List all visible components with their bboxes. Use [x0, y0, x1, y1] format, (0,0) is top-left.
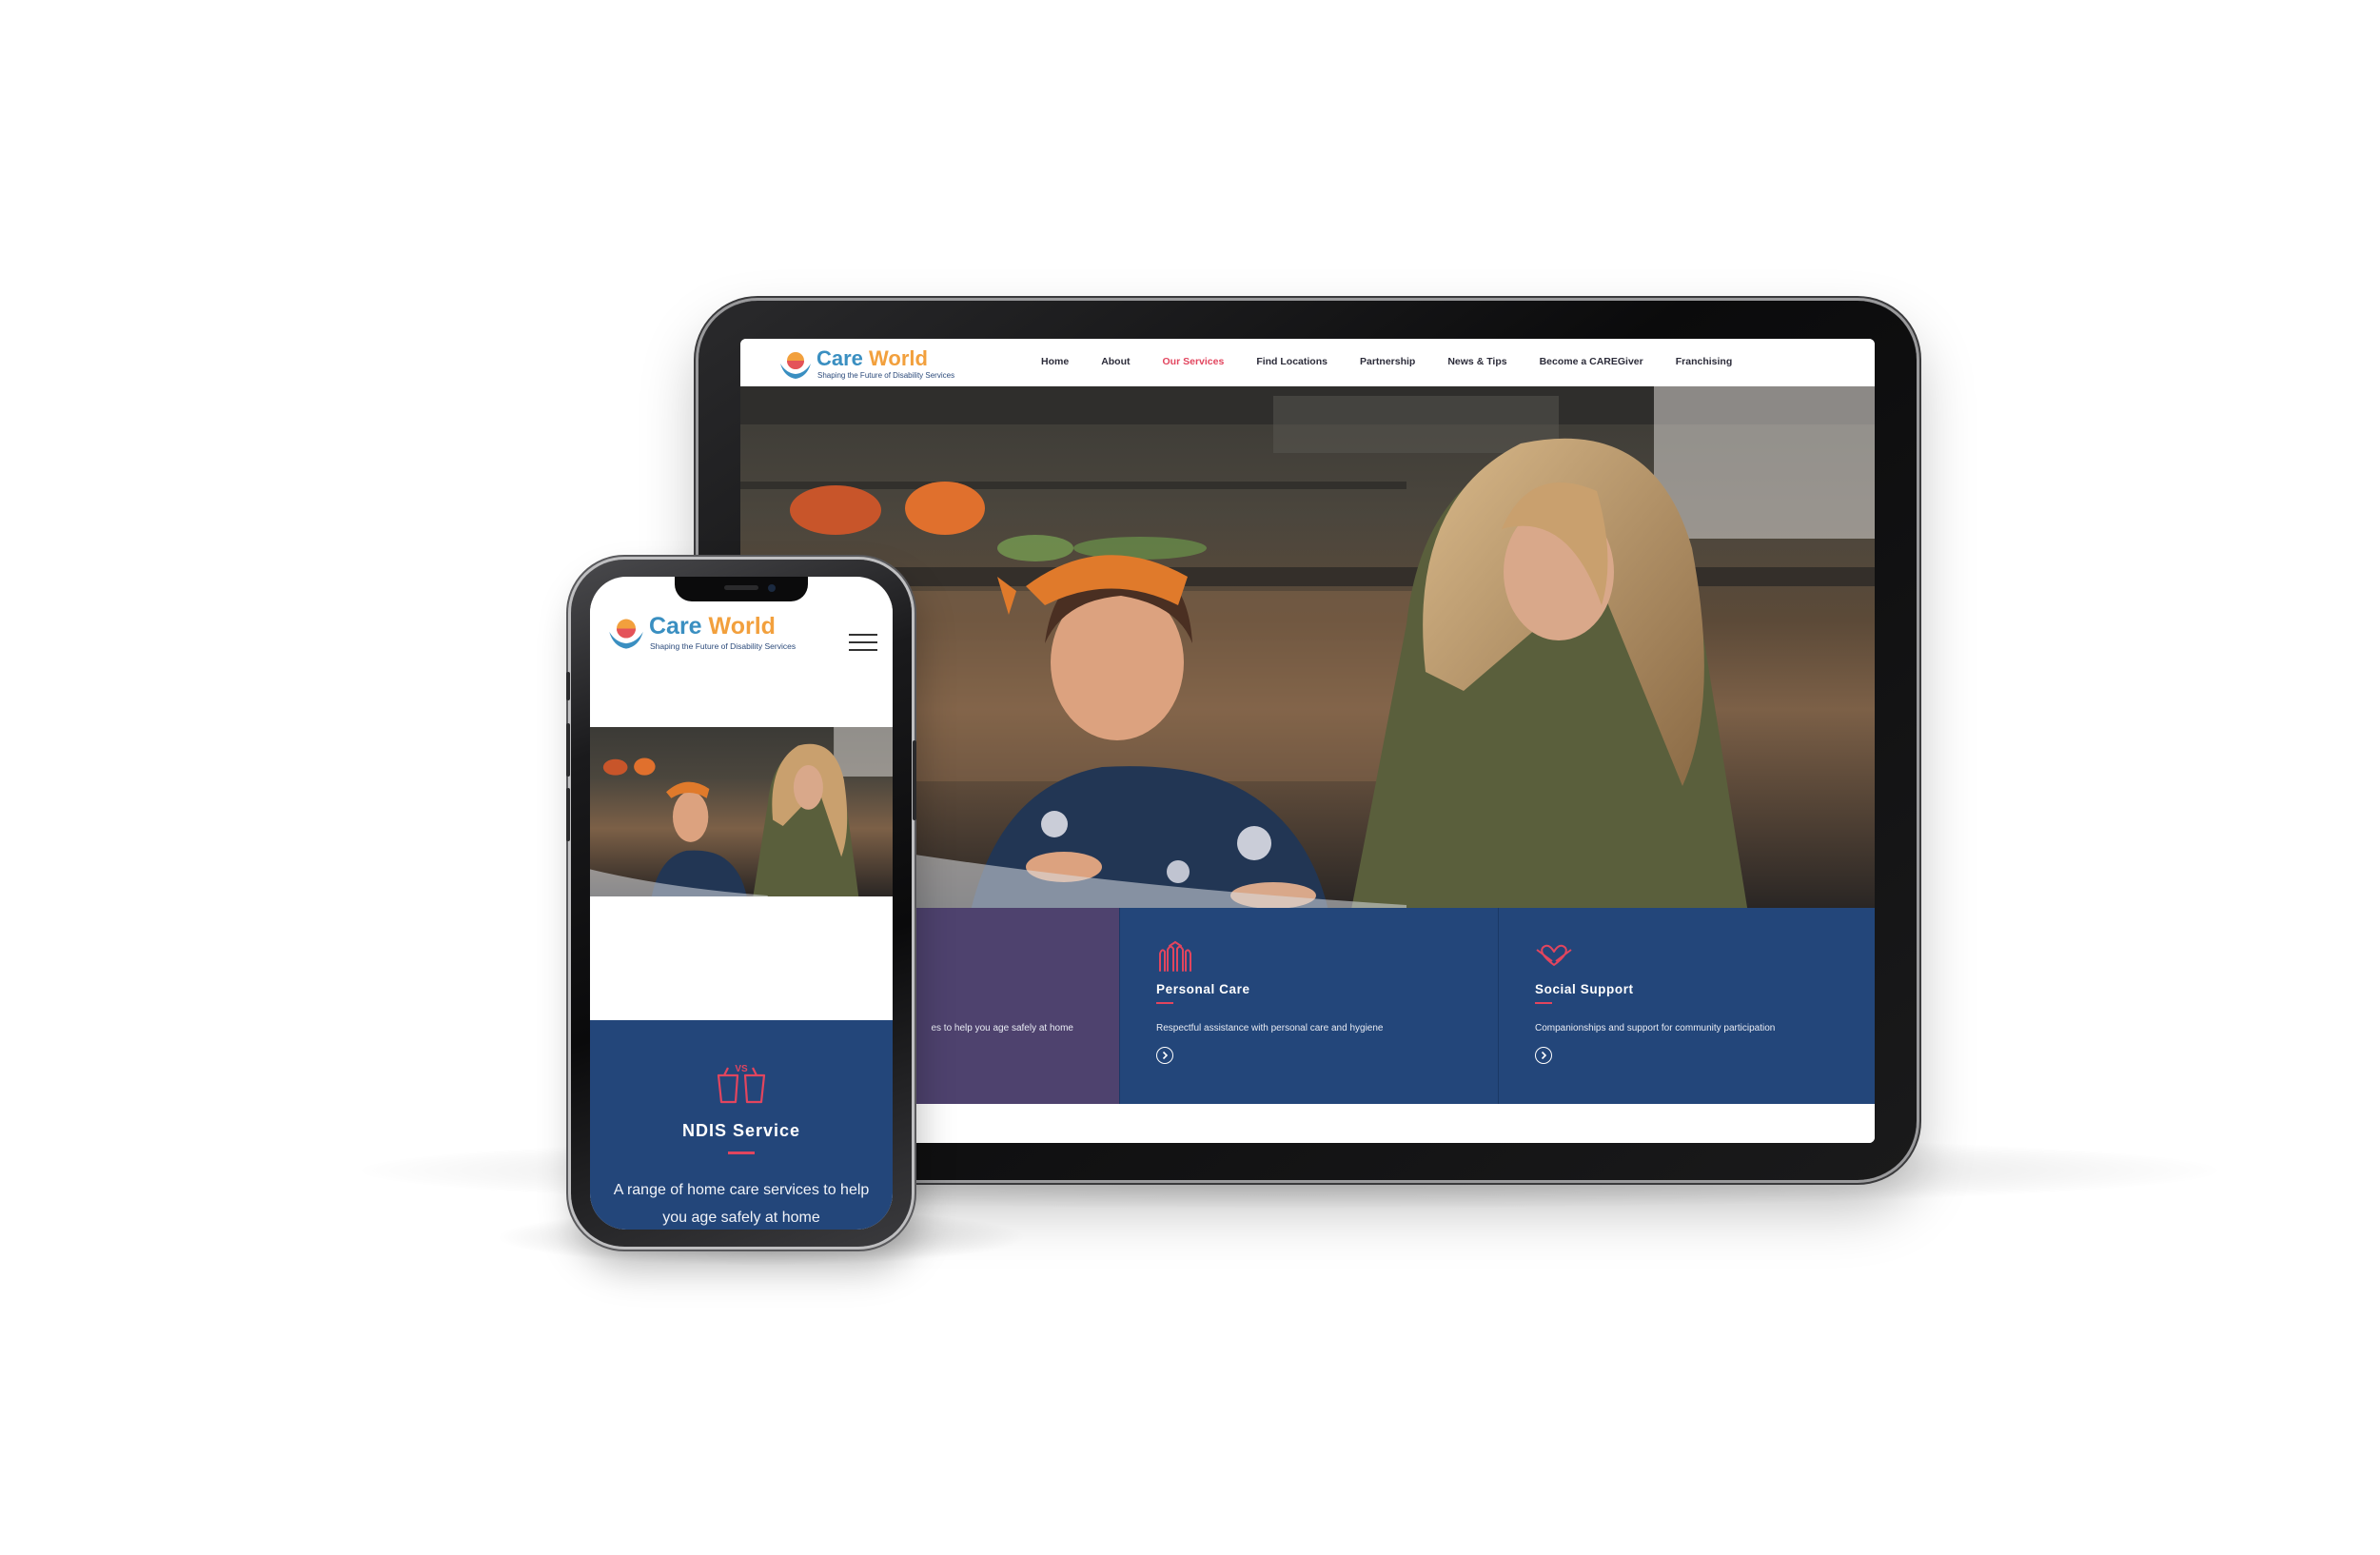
phone-volume-up — [566, 723, 570, 777]
svg-text:VS: VS — [735, 1064, 748, 1074]
tablet-logo-tagline: Shaping the Future of Disability Service… — [817, 371, 955, 380]
notch-camera — [768, 584, 776, 592]
raised-hands-icon — [1159, 940, 1191, 972]
care-world-logo-icon — [780, 352, 811, 379]
ndis-icon: VS — [717, 1064, 766, 1104]
logo-word-world: World — [869, 346, 928, 370]
arrow-circle-icon[interactable] — [1156, 1047, 1173, 1064]
phone-screen: Care World Shaping the Future of Disabil… — [590, 577, 893, 1230]
phone-notch — [675, 577, 808, 601]
hamburger-menu-icon[interactable] — [849, 632, 877, 653]
phone-logo-title: Care World — [649, 613, 776, 640]
arrow-circle-icon[interactable] — [1535, 1047, 1552, 1064]
nav-partnership[interactable]: Partnership — [1360, 356, 1415, 375]
service-card-title: NDIS Service — [681, 1121, 801, 1140]
handshake-heart-icon — [1536, 944, 1572, 966]
phone-power-button — [913, 740, 916, 820]
tablet-main-nav: Home About Our Services Find Locations P… — [1041, 356, 1764, 375]
hero-photo-illustration — [590, 727, 893, 896]
phone-device: Care World Shaping the Future of Disabil… — [566, 560, 916, 1247]
service-card-title: Personal Care — [1156, 982, 1250, 996]
logo-word-care: Care — [649, 613, 702, 640]
card-title-underline — [1535, 1002, 1552, 1004]
tablet-logo-title: Care World — [816, 346, 928, 371]
nav-become-caregiver[interactable]: Become a CAREGiver — [1540, 356, 1643, 375]
card-title-underline — [1156, 1002, 1173, 1004]
service-card-social-support[interactable]: Social Support Companionships and suppor… — [1498, 908, 1875, 1104]
tablet-site-header: Care World Shaping the Future of Disabil… — [740, 339, 1875, 386]
phone-logo-tagline: Shaping the Future of Disability Service… — [650, 641, 797, 651]
card-title-underline — [728, 1151, 755, 1154]
phone-hero-image — [590, 727, 893, 896]
nav-our-services[interactable]: Our Services — [1163, 356, 1225, 375]
nav-franchising[interactable]: Franchising — [1676, 356, 1733, 375]
phone-site-header: Care World Shaping the Future of Disabil… — [590, 601, 893, 668]
care-world-logo-icon — [609, 619, 643, 649]
service-card-personal-care[interactable]: Personal Care Respectful assistance with… — [1119, 908, 1499, 1104]
nav-news-tips[interactable]: News & Tips — [1447, 356, 1506, 375]
logo-word-world: World — [708, 613, 776, 640]
tablet-logo[interactable]: Care World Shaping the Future of Disabil… — [778, 346, 959, 381]
notch-speaker — [724, 585, 758, 590]
service-card-desc: Companionships and support for community… — [1535, 1023, 1776, 1033]
phone-silent-switch — [566, 672, 570, 700]
phone-volume-down — [566, 788, 570, 841]
phone-service-card-ndis[interactable]: VS NDIS Service A range of home care ser… — [590, 1020, 893, 1230]
service-card-desc: es to help you age safely at home — [931, 1023, 1073, 1033]
logo-word-care: Care — [816, 346, 863, 370]
nav-about[interactable]: About — [1101, 356, 1130, 375]
nav-find-locations[interactable]: Find Locations — [1256, 356, 1328, 375]
service-card-desc: Respectful assistance with personal care… — [1156, 1023, 1384, 1033]
phone-logo[interactable]: Care World Shaping the Future of Disabil… — [607, 613, 816, 655]
nav-home[interactable]: Home — [1041, 356, 1069, 375]
service-card-desc: A range of home care services to help yo… — [613, 1182, 870, 1226]
service-card-title: Social Support — [1535, 982, 1634, 996]
